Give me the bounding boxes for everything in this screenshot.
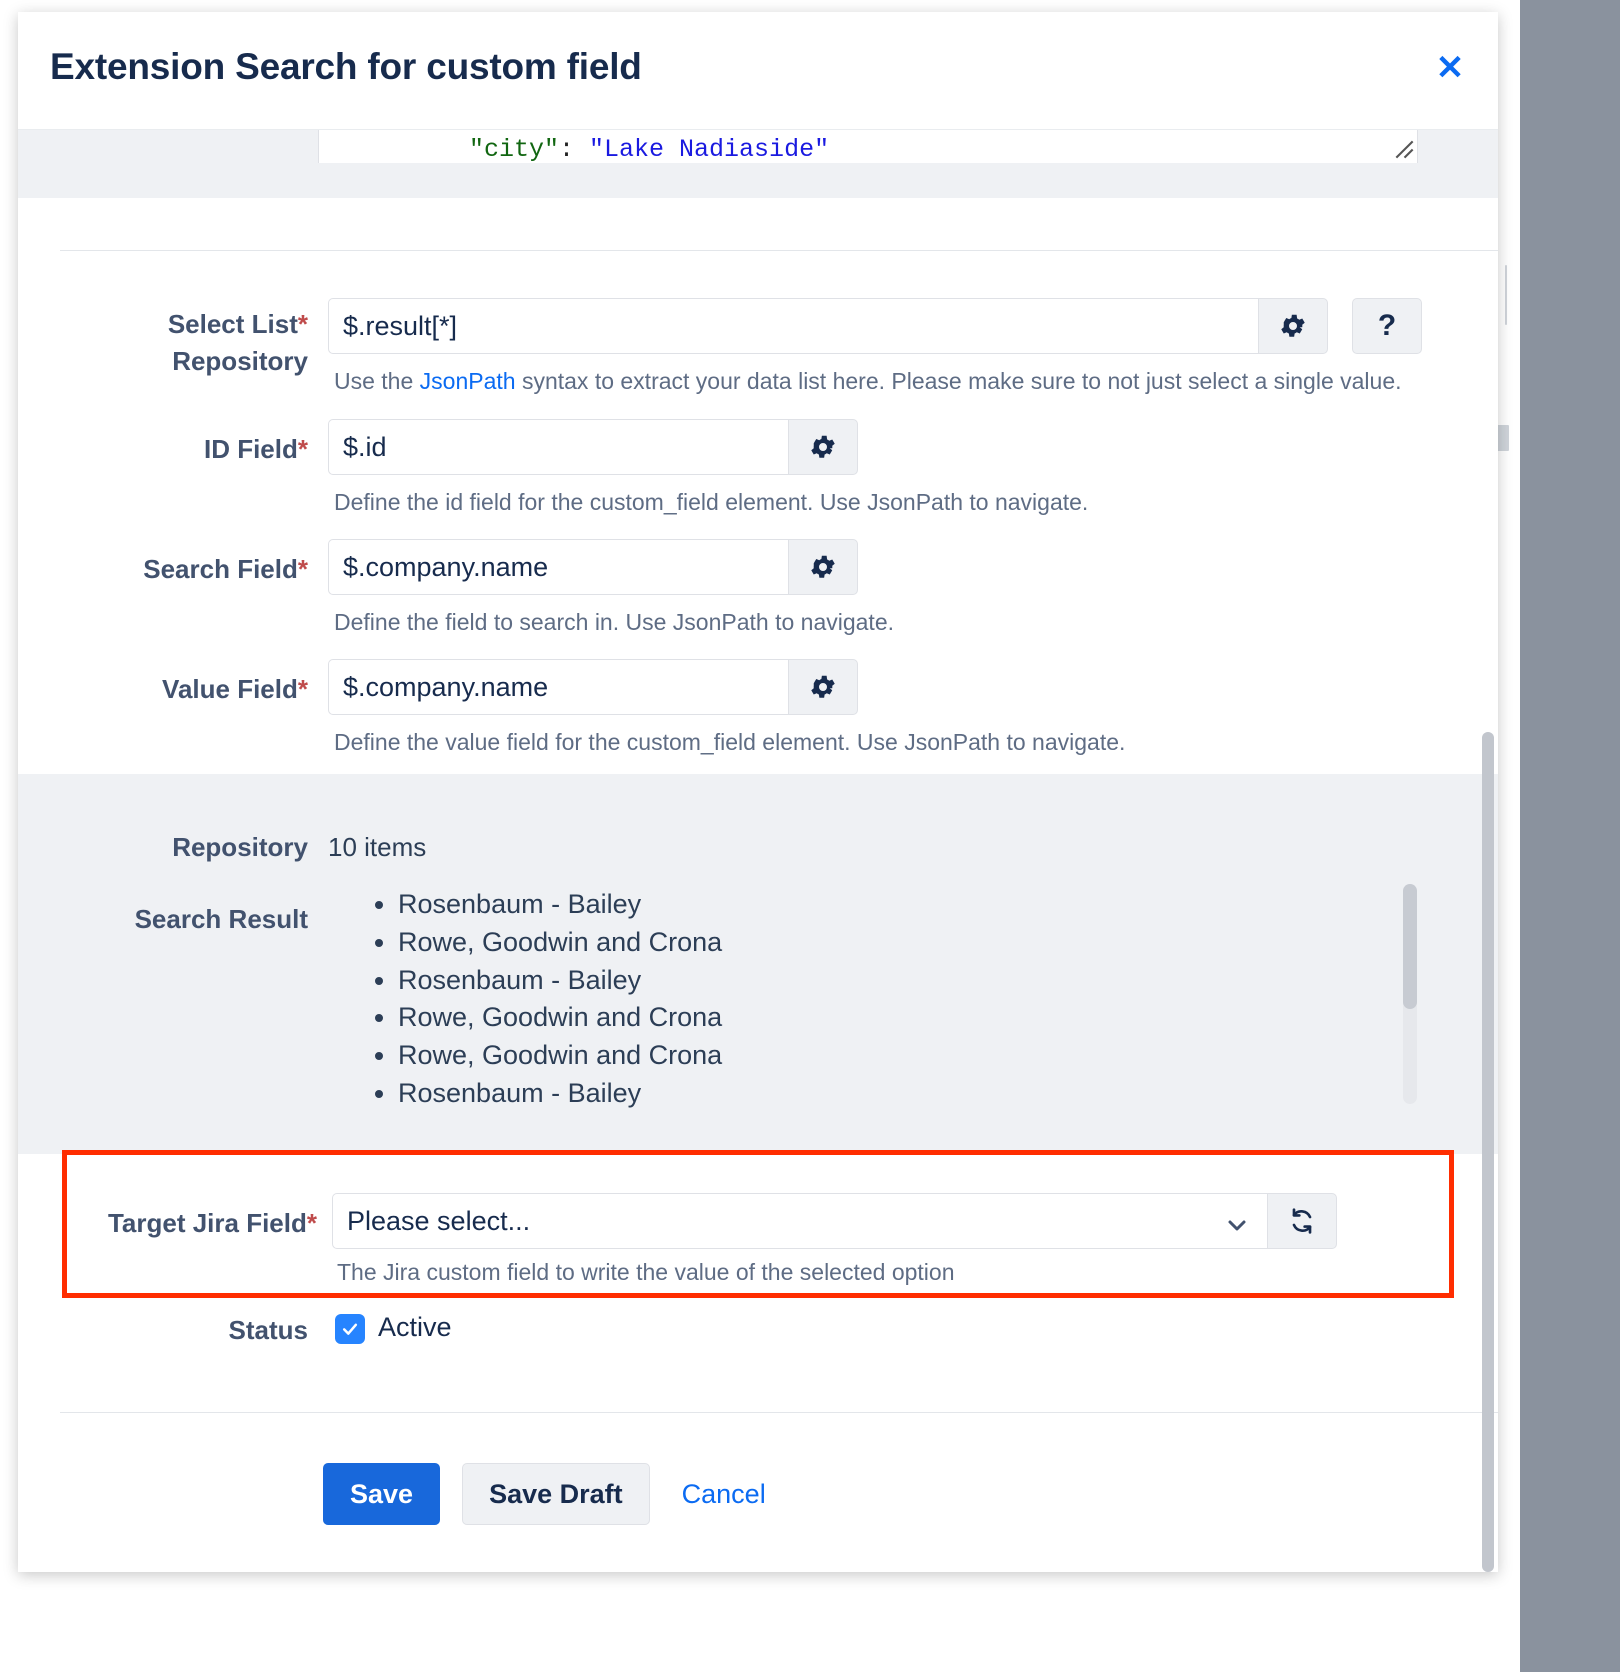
repository-label: Repository	[108, 832, 308, 863]
list-item: Rowe, Goodwin and Crona	[398, 1037, 1368, 1075]
help-button[interactable]: ?	[1352, 298, 1422, 354]
status-label: Status	[98, 1312, 308, 1349]
search-result-label: Search Result	[88, 904, 308, 935]
value-field-hint: Define the value field for the custom_fi…	[334, 729, 1125, 756]
footer-actions: Save Save Draft Cancel	[323, 1463, 776, 1525]
search-result-list: Rosenbaum - Bailey Rowe, Goodwin and Cro…	[368, 886, 1368, 1113]
gear-icon	[808, 672, 838, 702]
json-preview-line: "city": "Lake Nadiaside"	[469, 135, 829, 163]
gear-icon	[808, 432, 838, 462]
value-field-input[interactable]	[328, 659, 788, 715]
jsonpath-link[interactable]: JsonPath	[420, 368, 516, 394]
preview-section: Repository 10 items Search Result Rosenb…	[18, 774, 1498, 1154]
scrollbar-thumb[interactable]	[1403, 884, 1417, 1009]
modal-body: Select List* Repository ? Use the JsonPa…	[18, 198, 1498, 1572]
scrollbar-thumb[interactable]	[1482, 732, 1494, 1572]
modal-header: Extension Search for custom field ✕	[18, 12, 1498, 130]
status-section: Status Active Save Save Draft Cancel	[18, 1298, 1498, 1572]
list-item: Rosenbaum - Bailey	[398, 962, 1368, 1000]
id-field-input[interactable]	[328, 419, 788, 475]
search-field-input[interactable]	[328, 539, 788, 595]
target-jira-field-refresh-button[interactable]	[1267, 1193, 1337, 1249]
select-list-repository-hint: Use the JsonPath syntax to extract your …	[334, 368, 1402, 395]
footer-divider	[60, 1412, 1498, 1413]
id-field-hint: Define the id field for the custom_field…	[334, 489, 1088, 516]
modal-scrollbar[interactable]	[1482, 732, 1494, 1572]
check-icon	[340, 1319, 360, 1339]
value-field-control	[328, 659, 858, 715]
json-value: "Lake Nadiaside"	[589, 135, 829, 163]
select-list-repository-label: Select List* Repository	[148, 306, 308, 380]
field-config-section: Select List* Repository ? Use the JsonPa…	[18, 198, 1498, 774]
save-draft-button[interactable]: Save Draft	[462, 1463, 650, 1525]
target-jira-field-select[interactable]: Please select...	[332, 1193, 1267, 1249]
save-button[interactable]: Save	[323, 1463, 440, 1525]
list-item: Rosenbaum - Bailey	[398, 1075, 1368, 1113]
cancel-button[interactable]: Cancel	[672, 1479, 776, 1510]
id-field-control	[328, 419, 858, 475]
target-jira-field-label: Target Jira Field*	[67, 1205, 317, 1242]
target-jira-field-hint: The Jira custom field to write the value…	[337, 1259, 955, 1286]
target-jira-field-select-wrap: Please select...	[332, 1193, 1267, 1249]
status-active-checkbox[interactable]	[335, 1314, 365, 1344]
json-preview-band: "city": "Lake Nadiaside"	[18, 130, 1498, 198]
json-preview-textarea[interactable]: "city": "Lake Nadiaside"	[318, 130, 1418, 163]
search-field-control	[328, 539, 858, 595]
value-field-label: Value Field*	[88, 671, 308, 708]
status-active-label: Active	[378, 1312, 452, 1343]
json-key: "city"	[469, 135, 559, 163]
search-field-hint: Define the field to search in. Use JsonP…	[334, 609, 894, 636]
list-item: Rowe, Goodwin and Crona	[398, 999, 1368, 1037]
id-field-settings-button[interactable]	[788, 419, 858, 475]
underlying-page-row	[1505, 265, 1507, 325]
json-separator: :	[559, 135, 589, 163]
gear-icon	[1278, 311, 1308, 341]
list-item: Rosenbaum - Bailey	[398, 886, 1368, 924]
section-divider	[60, 250, 1498, 251]
select-list-repository-settings-button[interactable]	[1258, 298, 1328, 354]
select-list-repository-control: ?	[328, 298, 1422, 354]
resize-handle-icon[interactable]	[1387, 132, 1415, 160]
gear-icon	[808, 552, 838, 582]
id-field-label: ID Field*	[108, 431, 308, 468]
close-icon[interactable]: ✕	[1430, 48, 1470, 88]
repository-value: 10 items	[328, 832, 426, 863]
extension-search-modal: Extension Search for custom field ✕ "cit…	[18, 12, 1498, 1572]
select-list-repository-input[interactable]	[328, 298, 1258, 354]
target-jira-field-control: Please select...	[332, 1193, 1337, 1249]
page-title: Extension Search for custom field	[50, 46, 642, 88]
value-field-settings-button[interactable]	[788, 659, 858, 715]
search-field-settings-button[interactable]	[788, 539, 858, 595]
list-item: Rowe, Goodwin and Crona	[398, 924, 1368, 962]
target-jira-field-highlight: Target Jira Field* Please select...	[62, 1150, 1454, 1298]
search-field-label: Search Field*	[78, 551, 308, 588]
search-result-scrollbar[interactable]	[1403, 884, 1417, 1104]
refresh-icon	[1286, 1205, 1318, 1237]
